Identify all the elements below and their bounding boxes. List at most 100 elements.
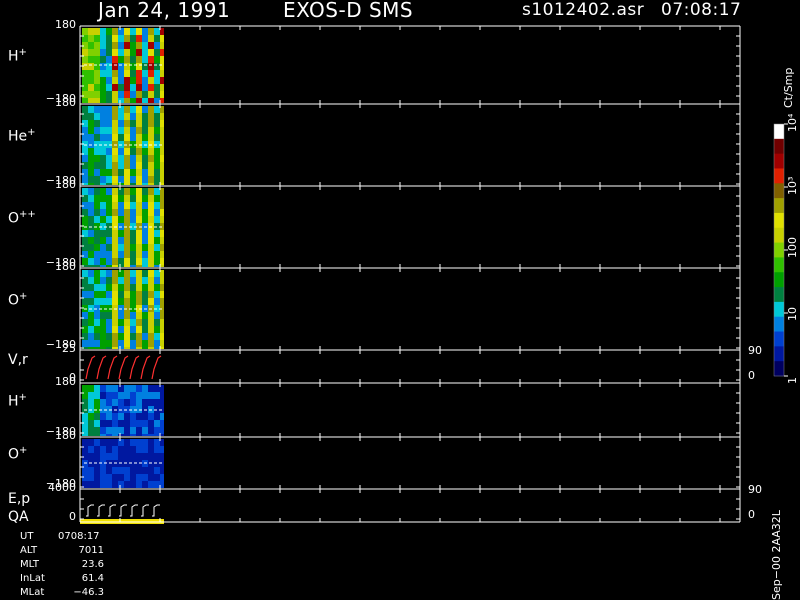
heatmap-cell bbox=[136, 176, 142, 183]
heatmap-cell bbox=[142, 340, 148, 347]
heatmap-cell bbox=[118, 284, 124, 291]
heatmap-cell bbox=[112, 77, 118, 84]
heatmap-cell bbox=[130, 481, 136, 488]
heatmap-cell bbox=[124, 298, 130, 305]
heatmap-cell bbox=[88, 42, 94, 49]
heatmap-cell bbox=[148, 439, 154, 446]
heatmap-cell bbox=[124, 155, 130, 162]
heatmap-cell bbox=[124, 188, 130, 195]
heatmap-cell bbox=[106, 277, 112, 284]
heatmap-cell bbox=[100, 216, 106, 223]
right-tick-bottom: 0 bbox=[748, 369, 755, 382]
heatmap-cell bbox=[118, 347, 124, 349]
heatmap-cell bbox=[88, 251, 94, 258]
colorbar-tick-label: 10 bbox=[786, 307, 799, 321]
heatmap-cell bbox=[124, 120, 130, 127]
heatmap-cell bbox=[106, 244, 112, 251]
heatmap-cell bbox=[100, 237, 106, 244]
heatmap-cell bbox=[88, 326, 94, 333]
heatmap-cell bbox=[112, 439, 118, 446]
heatmap-cell bbox=[94, 28, 100, 35]
heatmap-cell bbox=[100, 127, 106, 134]
heatmap-cell bbox=[160, 77, 164, 84]
heatmap-cell bbox=[82, 244, 88, 251]
header-instrument: EXOS-D SMS bbox=[283, 0, 414, 22]
heatmap-cell bbox=[100, 84, 106, 91]
heatmap-cell bbox=[88, 134, 94, 141]
heatmap-cell bbox=[160, 63, 164, 70]
heatmap-cell bbox=[136, 277, 142, 284]
heatmap-cell bbox=[100, 474, 106, 481]
heatmap-cell bbox=[142, 439, 148, 446]
heatmap-cell bbox=[88, 453, 94, 460]
heatmap-cell bbox=[160, 427, 164, 434]
heatmap-cell bbox=[88, 319, 94, 326]
heatmap-cell bbox=[148, 270, 154, 277]
heatmap-cell bbox=[130, 202, 136, 209]
heatmap-cell bbox=[154, 188, 160, 195]
heatmap-cell bbox=[106, 258, 112, 265]
heatmap-cell bbox=[118, 209, 124, 216]
heatmap-cell bbox=[136, 120, 142, 127]
heatmap-cell bbox=[148, 77, 154, 84]
heatmap-cell bbox=[106, 319, 112, 326]
heatmap-cell bbox=[148, 326, 154, 333]
colorbar-swatch bbox=[774, 316, 784, 333]
heatmap-cell bbox=[100, 155, 106, 162]
heatmap-cell bbox=[148, 446, 154, 453]
heatmap-cell bbox=[142, 277, 148, 284]
heatmap-cell bbox=[82, 106, 88, 113]
colorbar-swatch bbox=[774, 287, 784, 303]
heatmap-cell bbox=[154, 202, 160, 209]
heatmap-cell bbox=[160, 291, 164, 298]
heatmap-cell bbox=[88, 291, 94, 298]
heatmap-cell bbox=[112, 340, 118, 347]
heatmap-cell bbox=[124, 284, 130, 291]
heatmap-cell bbox=[130, 155, 136, 162]
heatmap-cell bbox=[112, 333, 118, 340]
heatmap-cell bbox=[112, 326, 118, 333]
heatmap-cell bbox=[142, 209, 148, 216]
heatmap-cell bbox=[148, 385, 154, 392]
panel-label: O+ bbox=[8, 291, 28, 309]
heatmap-cell bbox=[106, 77, 112, 84]
heatmap-cell bbox=[142, 265, 148, 267]
heatmap-cell bbox=[100, 434, 106, 436]
heatmap-cell bbox=[142, 284, 148, 291]
heatmap-cell bbox=[148, 155, 154, 162]
colorbar-swatch bbox=[774, 168, 784, 184]
heatmap-cell bbox=[130, 209, 136, 216]
heatmap-cell bbox=[118, 49, 124, 56]
heatmap-cell bbox=[124, 162, 130, 169]
heatmap-cell bbox=[94, 284, 100, 291]
heatmap-cell bbox=[94, 106, 100, 113]
heatmap-cell bbox=[136, 467, 142, 474]
heatmap-cell bbox=[88, 333, 94, 340]
heatmap-cell bbox=[154, 277, 160, 284]
heatmap-cell bbox=[118, 230, 124, 237]
heatmap-cell bbox=[100, 148, 106, 155]
heatmap-cell bbox=[142, 427, 148, 434]
heatmap-cell bbox=[112, 70, 118, 77]
panel-label: H+ bbox=[8, 392, 27, 410]
heatmap-cell bbox=[160, 134, 164, 141]
heatmap-cell bbox=[112, 134, 118, 141]
heatmap-cell bbox=[136, 427, 142, 434]
heatmap-cell bbox=[136, 127, 142, 134]
heatmap-cell bbox=[154, 216, 160, 223]
heatmap-cell bbox=[136, 155, 142, 162]
heatmap-cell bbox=[88, 70, 94, 77]
heatmap-cell bbox=[136, 188, 142, 195]
colorbar-swatch bbox=[774, 124, 784, 140]
heatmap-cell bbox=[142, 270, 148, 277]
colorbar-tick-label: 10³ bbox=[786, 176, 799, 195]
heatmap-cell bbox=[154, 155, 160, 162]
vr-trace bbox=[118, 355, 129, 380]
heatmap-cell bbox=[160, 481, 164, 488]
heatmap-cell bbox=[154, 127, 160, 134]
heatmap-cell bbox=[154, 237, 160, 244]
heatmap-cell bbox=[136, 291, 142, 298]
heatmap-cell bbox=[100, 91, 106, 98]
heatmap-cell bbox=[154, 176, 160, 183]
panel-label-sup: + bbox=[19, 445, 28, 456]
